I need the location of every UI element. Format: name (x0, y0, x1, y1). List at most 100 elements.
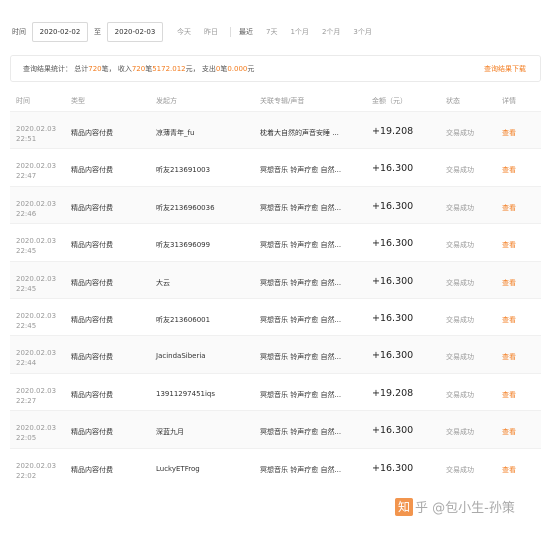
row-date: 2020.02.03 (16, 199, 57, 208)
row-type: 精品内容付费 (71, 278, 113, 287)
row-type: 精品内容付费 (71, 166, 113, 175)
row-status: 交易成功 (446, 353, 474, 362)
watermark-text: 乎 @包小生-孙策 (415, 501, 515, 516)
table-row: 2020.02.03 22:46 精品内容付费 听友2136960036 冥想音乐 铃声… (10, 185, 541, 224)
row-time: 22:47 (16, 172, 37, 181)
quick-1m-button[interactable]: 1个月 (290, 27, 308, 37)
row-time: 22:27 (16, 396, 37, 405)
table-row: 2020.02.03 22:45 精品内容付费 听友313696099 冥想音乐 铃声疗… (10, 223, 541, 260)
quick-3m-button[interactable]: 3个月 (353, 27, 371, 37)
table-row: 2020.02.03 22:02 精品内容付费 LuckyETFrog 冥想音乐 铃声疗… (10, 447, 541, 485)
row-datetime: 2020.02.03 22:47 (16, 161, 56, 181)
header-detail: 详情 (502, 97, 516, 105)
row-status: 交易成功 (446, 129, 474, 137)
time-filter-label: 时间 (12, 28, 26, 36)
row-album: 冥想音乐 铃声疗愈 自然... (260, 315, 342, 324)
row-time: 22:51 (16, 135, 37, 143)
end-date-input[interactable]: 2020-02-03 (107, 22, 163, 42)
row-album: 冥想音乐 铃声疗愈 自然... (260, 390, 342, 399)
header-sender: 发起方 (156, 97, 177, 105)
row-amount: +16.300 (372, 462, 414, 474)
row-time: 22:46 (16, 209, 37, 218)
row-datetime: 2020.02.03 22:45 (16, 274, 56, 294)
quick-yesterday-button[interactable]: 昨日 (204, 27, 218, 37)
row-album: 冥想音乐 铃声疗愈 自然... (260, 465, 342, 474)
row-datetime: 2020.02.03 22:02 (16, 461, 56, 481)
summary-text-5: 元 (247, 64, 255, 73)
quick-7d-button[interactable]: 7天 (266, 27, 277, 37)
row-detail-link[interactable]: 查看 (502, 352, 516, 362)
row-type: 精品内容付费 (71, 241, 113, 250)
export-results-link[interactable]: 查询结果下载 (484, 64, 526, 74)
row-amount: +19.208 (372, 387, 414, 399)
recent-label: 最近 (239, 28, 253, 36)
row-detail-link[interactable]: 查看 (502, 203, 516, 213)
row-detail-link[interactable]: 查看 (502, 390, 516, 400)
summary-text-4: 笔 (220, 64, 228, 73)
summary-total-count: 720 (88, 64, 102, 73)
quick-today-button[interactable]: 今天 (177, 27, 191, 37)
table-row: 2020.02.03 22:05 精品内容付费 深蓝九月 冥想音乐 铃声疗愈 自然...… (10, 410, 541, 448)
summary-text-3: 元， 支出 (185, 64, 216, 73)
row-detail-link[interactable]: 查看 (502, 465, 516, 475)
summary-expense-amount: 0.000 (227, 64, 248, 73)
row-album: 冥想音乐 铃声疗愈 自然... (260, 428, 342, 437)
table-row: 2020.02.03 22:47 精品内容付费 听友213691003 冥想音乐 铃声疗… (10, 148, 541, 185)
row-datetime: 2020.02.03 22:51 (16, 124, 56, 144)
row-album: 枕着大自然的声音安睡 ... (260, 129, 339, 137)
query-summary: 查询结果统计： 总计 720 笔， 收入 720 笔 5172.012 元， 支出 0… (10, 55, 541, 82)
to-label: 至 (94, 28, 101, 36)
row-datetime: 2020.02.03 22:46 (16, 199, 56, 219)
row-time: 22:45 (16, 321, 37, 330)
filter-divider (230, 27, 231, 37)
row-sender: 深蓝九月 (156, 428, 184, 437)
row-amount: +16.300 (372, 163, 414, 175)
zhihu-logo: 知 (395, 497, 413, 516)
table-row: 2020.02.03 22:45 精品内容付费 听友213606001 冥想音乐 铃声疗… (10, 297, 541, 335)
quick-2m-button[interactable]: 2个月 (322, 27, 340, 37)
table-row: 2020.02.03 22:44 精品内容付费 JacindaSiberia 冥想音乐 … (10, 335, 541, 373)
row-date: 2020.02.03 (16, 311, 57, 320)
row-amount: +16.300 (372, 275, 414, 287)
row-sender: LuckyETFrog (156, 464, 200, 473)
row-time: 22:45 (16, 284, 37, 293)
row-status: 交易成功 (446, 465, 474, 474)
summary-income-amount: 5172.012 (152, 64, 186, 73)
row-sender: 听友313696099 (156, 241, 211, 250)
row-sender: 听友2136960036 (156, 203, 215, 212)
row-amount: +16.300 (372, 425, 414, 437)
row-status: 交易成功 (446, 166, 474, 175)
row-sender: 听友213606001 (156, 315, 211, 324)
row-time: 22:45 (16, 247, 37, 256)
row-datetime: 2020.02.03 22:44 (16, 348, 56, 368)
row-detail-link[interactable]: 查看 (502, 427, 516, 437)
row-amount: +16.300 (372, 200, 414, 212)
row-type: 精品内容付费 (71, 465, 113, 474)
row-time: 22:44 (16, 359, 37, 368)
row-date: 2020.02.03 (16, 125, 57, 133)
row-status: 交易成功 (446, 278, 474, 287)
header-type: 类型 (71, 97, 85, 105)
row-type: 精品内容付费 (71, 390, 113, 399)
summary-text-2: 笔 (145, 64, 153, 73)
row-date: 2020.02.03 (16, 349, 57, 358)
row-status: 交易成功 (446, 428, 474, 437)
row-status: 交易成功 (446, 203, 474, 212)
header-album: 关联专辑/声音 (260, 97, 305, 105)
row-date: 2020.02.03 (16, 386, 57, 395)
summary-prefix: 查询结果统计： 总计 (23, 64, 89, 73)
header-status: 状态 (446, 97, 460, 105)
table-row: 2020.02.03 22:27 精品内容付费 13911297451iqs 冥想音乐 … (10, 372, 541, 410)
row-status: 交易成功 (446, 315, 474, 324)
row-amount: +16.300 (372, 312, 414, 324)
start-date-input[interactable]: 2020-02-02 (32, 22, 88, 42)
row-sender: JacindaSiberia (156, 352, 206, 361)
row-detail-link[interactable]: 查看 (502, 240, 516, 250)
row-datetime: 2020.02.03 22:45 (16, 236, 56, 256)
row-detail-link[interactable]: 查看 (502, 315, 516, 325)
row-album: 冥想音乐 铃声疗愈 自然... (260, 241, 342, 250)
row-detail-link[interactable]: 查看 (502, 128, 516, 138)
zhihu-watermark: 知 乎 @包小生-孙策 (395, 497, 515, 516)
row-detail-link[interactable]: 查看 (502, 165, 516, 175)
row-detail-link[interactable]: 查看 (502, 278, 516, 288)
